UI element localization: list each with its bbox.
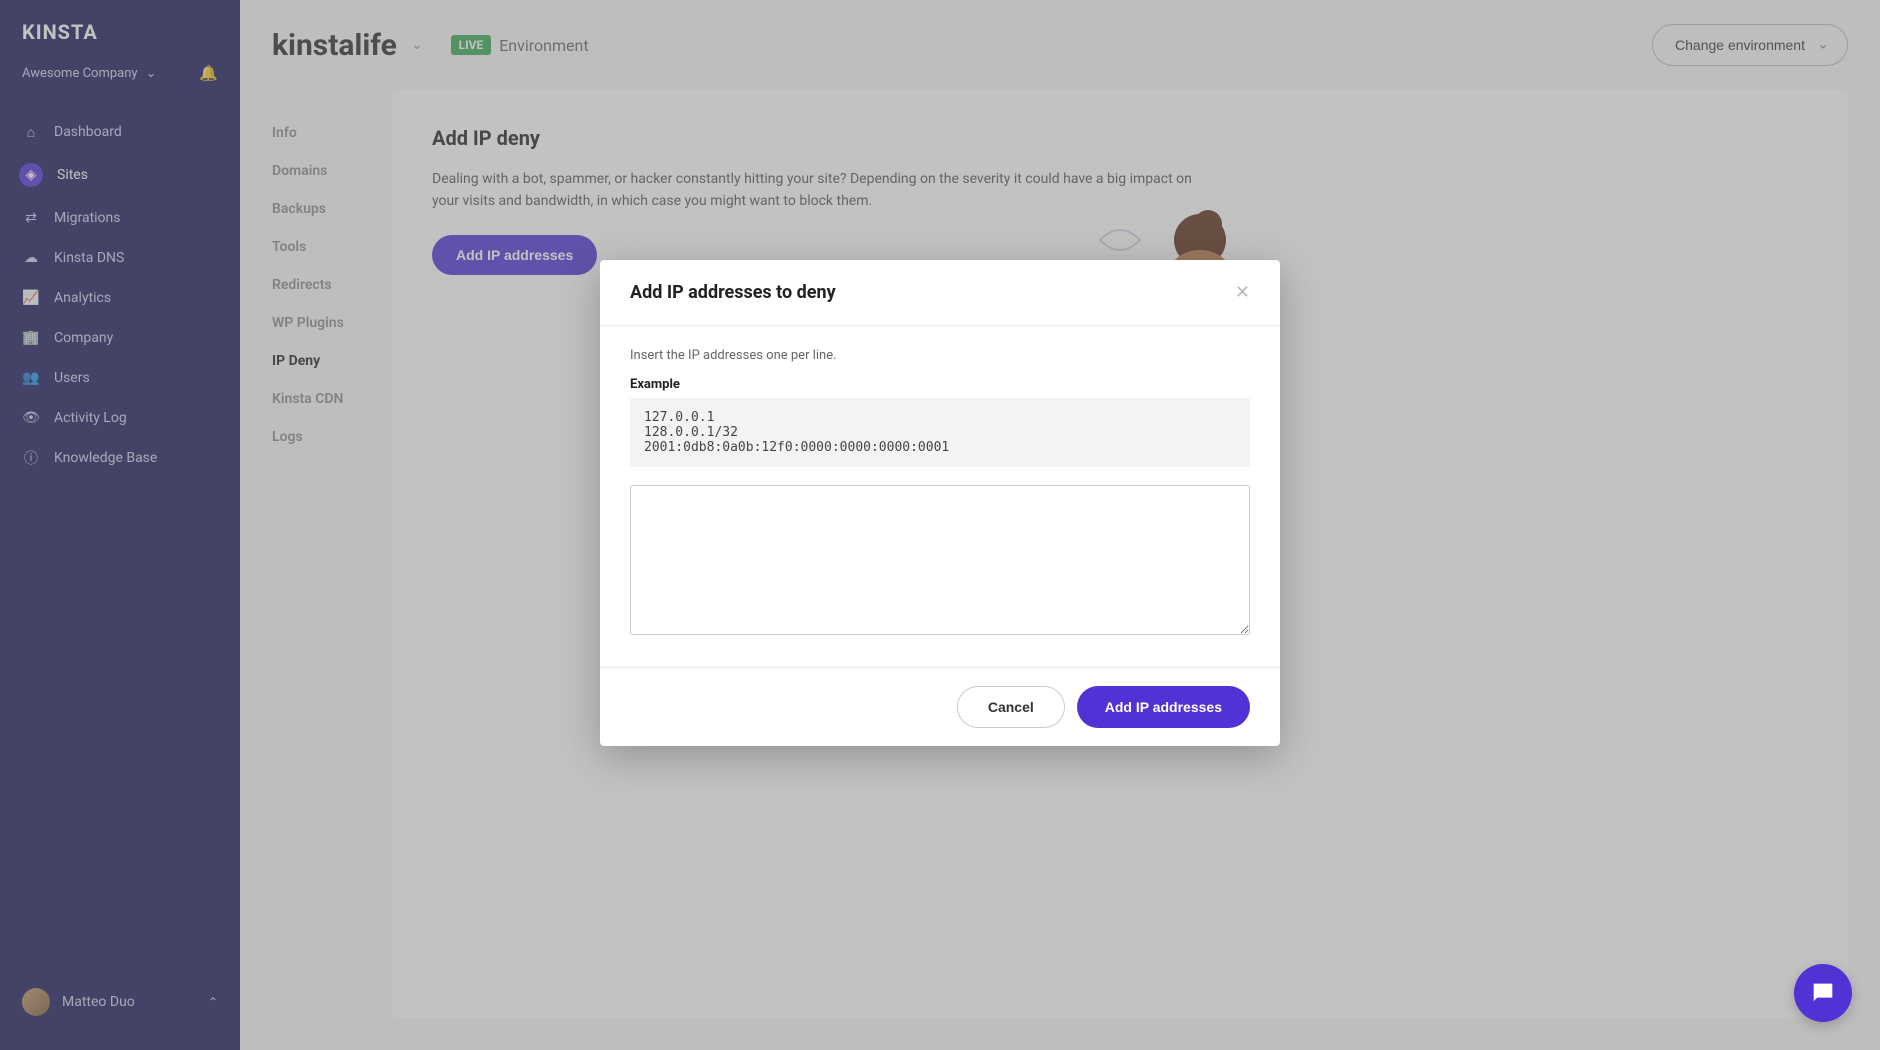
modal-close-button[interactable]: ✕ — [1235, 282, 1250, 303]
modal-title: Add IP addresses to deny — [630, 282, 836, 303]
chat-icon — [1809, 979, 1837, 1007]
submit-add-ip-button[interactable]: Add IP addresses — [1077, 686, 1250, 728]
example-box: 127.0.0.1 128.0.0.1/32 2001:0db8:0a0b:12… — [630, 398, 1250, 467]
modal-overlay[interactable]: Add IP addresses to deny ✕ Insert the IP… — [0, 0, 1880, 1050]
chat-launcher[interactable] — [1794, 964, 1852, 1022]
ip-addresses-input[interactable] — [630, 485, 1250, 635]
modal-hint: Insert the IP addresses one per line. — [630, 348, 1250, 363]
add-ip-deny-modal: Add IP addresses to deny ✕ Insert the IP… — [600, 260, 1280, 746]
cancel-button[interactable]: Cancel — [957, 686, 1065, 728]
close-icon: ✕ — [1235, 282, 1250, 302]
example-label: Example — [630, 377, 1250, 392]
